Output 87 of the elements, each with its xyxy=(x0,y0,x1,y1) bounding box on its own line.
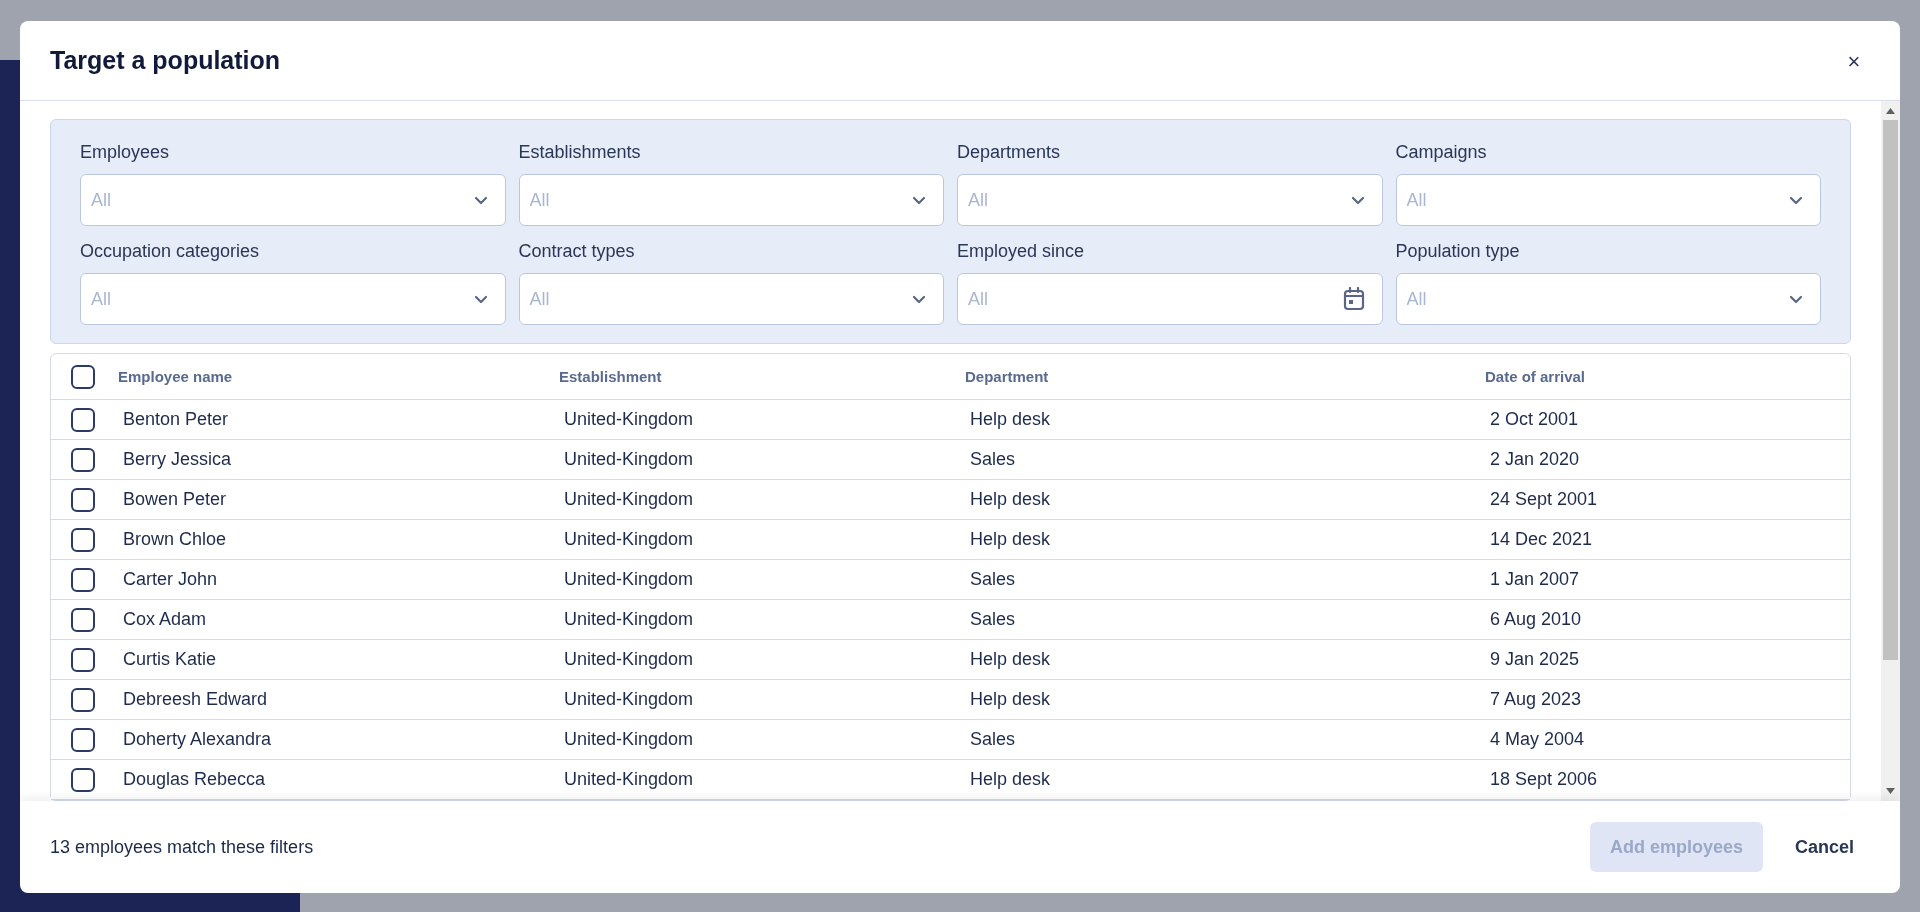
checkbox[interactable] xyxy=(71,527,95,552)
scroll-down-icon[interactable] xyxy=(1886,788,1895,794)
match-count-text: 13 employees match these filters xyxy=(50,835,315,859)
table-cell: Brown Chloe xyxy=(123,529,227,549)
table-cell: 4 May 2004 xyxy=(1490,729,1585,749)
checkbox[interactable] xyxy=(71,567,95,592)
filter-label: Campaigns xyxy=(1395,141,1488,164)
chevron-down-icon xyxy=(1789,294,1803,304)
chevron-down-icon xyxy=(473,195,488,205)
table-cell: United-Kingdom xyxy=(564,769,694,789)
chevron-down-icon xyxy=(473,294,488,304)
filter-label: Employed since xyxy=(957,240,1086,263)
cancel-button[interactable]: Cancel xyxy=(1778,822,1870,872)
table-cell: 9 Jan 2025 xyxy=(1490,649,1580,669)
table-cell: 2 Oct 2001 xyxy=(1490,409,1579,429)
checkbox[interactable] xyxy=(71,487,95,512)
table-cell: United-Kingdom xyxy=(564,449,694,469)
table-cell: Help desk xyxy=(970,649,1051,669)
scroll-up-icon[interactable] xyxy=(1886,108,1895,114)
table-cell: Cox Adam xyxy=(123,609,207,629)
column-header: Department xyxy=(965,367,1049,385)
dropdown-field[interactable]: All xyxy=(518,273,944,325)
table-cell: Debreesh Edward xyxy=(123,689,268,709)
table-cell: Benton Peter xyxy=(123,409,229,429)
scrollbar-thumb[interactable] xyxy=(1883,120,1898,660)
dropdown-field[interactable]: All xyxy=(1395,174,1821,226)
checkbox[interactable] xyxy=(71,727,95,752)
checkbox[interactable] xyxy=(71,687,95,712)
table-cell: Help desk xyxy=(970,489,1051,509)
table-cell: United-Kingdom xyxy=(564,529,694,549)
dropdown-field[interactable]: All xyxy=(80,174,506,226)
scrollbar[interactable] xyxy=(1881,101,1900,801)
table-cell: Help desk xyxy=(970,529,1051,549)
checkbox[interactable] xyxy=(71,407,95,432)
chevron-down-icon xyxy=(1789,195,1803,205)
table-cell: 1 Jan 2007 xyxy=(1490,569,1580,589)
table-cell: United-Kingdom xyxy=(564,649,694,669)
table-cell: Sales xyxy=(970,569,1016,589)
dropdown-field[interactable]: All xyxy=(80,273,506,325)
filter-label: Occupation categories xyxy=(80,240,261,263)
checkbox[interactable] xyxy=(71,647,95,672)
filter-label: Contract types xyxy=(518,240,636,263)
column-header: Establishment xyxy=(559,367,662,385)
table-cell: Berry Jessica xyxy=(123,449,232,469)
table-cell: 6 Aug 2010 xyxy=(1490,609,1582,629)
table-cell: Sales xyxy=(970,449,1016,469)
dropdown-field[interactable]: All xyxy=(957,174,1383,226)
checkbox[interactable] xyxy=(71,447,95,472)
table-cell: 14 Dec 2021 xyxy=(1490,529,1593,549)
checkbox[interactable] xyxy=(71,607,95,632)
table-cell: Sales xyxy=(970,729,1016,749)
chevron-down-icon xyxy=(912,195,926,205)
filter-label: Population type xyxy=(1395,240,1521,263)
table-cell: Douglas Rebecca xyxy=(123,769,266,789)
column-header: Date of arrival xyxy=(1485,367,1586,385)
table-cell: 18 Sept 2006 xyxy=(1490,769,1598,789)
table-cell: United-Kingdom xyxy=(564,409,694,429)
table-cell: Curtis Katie xyxy=(123,649,217,669)
calendar-icon xyxy=(1342,287,1365,311)
dropdown-field[interactable]: All xyxy=(1395,273,1821,325)
column-header: Employee name xyxy=(118,367,233,385)
filter-label: Employees xyxy=(80,141,171,164)
filter-label: Establishments xyxy=(518,141,642,164)
table-cell: Help desk xyxy=(970,409,1051,429)
table-cell: 7 Aug 2023 xyxy=(1490,689,1582,709)
table-cell: Help desk xyxy=(970,689,1051,709)
table-cell: United-Kingdom xyxy=(564,609,694,629)
close-button[interactable]: × xyxy=(1838,44,1870,77)
table-cell: United-Kingdom xyxy=(564,689,694,709)
table-cell: Bowen Peter xyxy=(123,489,227,509)
checkbox[interactable] xyxy=(71,767,95,792)
table-cell: 2 Jan 2020 xyxy=(1490,449,1580,469)
table-cell: United-Kingdom xyxy=(564,569,694,589)
dialog-title: Target a population xyxy=(50,44,281,76)
checkbox[interactable] xyxy=(71,364,95,389)
table-cell: Sales xyxy=(970,609,1016,629)
table-cell: United-Kingdom xyxy=(564,729,694,749)
table-cell: Carter John xyxy=(123,569,218,589)
table-cell: Help desk xyxy=(970,769,1051,789)
table-cell: 24 Sept 2001 xyxy=(1490,489,1598,509)
table-cell: Doherty Alexandra xyxy=(123,729,272,749)
table-cell: United-Kingdom xyxy=(564,489,694,509)
filter-label: Departments xyxy=(957,141,1062,164)
dropdown-field[interactable]: All xyxy=(518,174,944,226)
chevron-down-icon xyxy=(912,294,926,304)
date-field[interactable]: All xyxy=(957,273,1383,325)
chevron-down-icon xyxy=(1350,195,1365,205)
